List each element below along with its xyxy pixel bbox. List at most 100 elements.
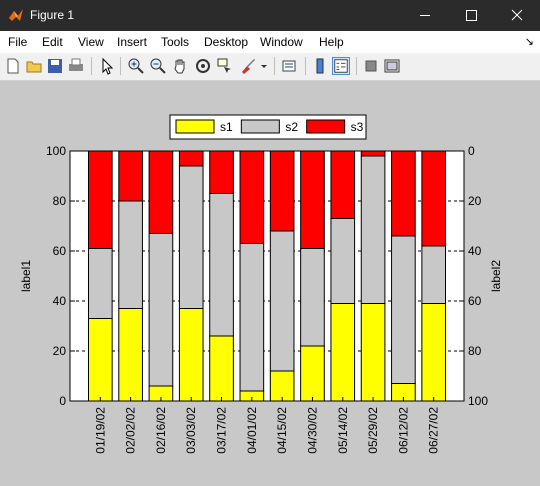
- hide-plot-tools-icon[interactable]: [362, 57, 380, 75]
- bar-segment-s3: [300, 150, 325, 249]
- bar-segment-s1: [178, 308, 204, 402]
- menu-insert[interactable]: Insert: [117, 35, 147, 49]
- y-tick-label: 100: [46, 144, 66, 158]
- x-tick-label: 06/12/02: [396, 407, 410, 454]
- bar-segment-s1: [300, 345, 325, 402]
- bar-segment-s1: [118, 308, 143, 402]
- legend-label-s3: s3: [351, 120, 364, 134]
- y-tick-label: 60: [53, 244, 67, 258]
- maximize-button[interactable]: [448, 0, 494, 31]
- zoom-out-icon[interactable]: [149, 57, 167, 75]
- y2-tick-label: 100: [468, 394, 488, 408]
- toolbar-separator: [356, 57, 357, 75]
- menu-edit[interactable]: Edit: [42, 35, 63, 49]
- toolbar-separator: [305, 57, 306, 75]
- bar-segment-s1: [209, 335, 234, 402]
- toolbar-separator: [274, 57, 275, 75]
- open-file-icon[interactable]: [25, 57, 43, 75]
- bar-segment-s3: [209, 150, 234, 194]
- data-cursor-icon[interactable]: [216, 57, 234, 75]
- new-figure-icon[interactable]: [4, 57, 22, 75]
- y2-tick-label: 20: [468, 194, 482, 208]
- bar-segment-s2: [391, 235, 416, 384]
- x-tick-label: 04/30/02: [305, 407, 319, 454]
- bar-segment-s1: [269, 370, 295, 402]
- menu-tools[interactable]: Tools: [161, 35, 189, 49]
- brush-icon[interactable]: [239, 57, 257, 75]
- bar-segment-s3: [87, 150, 113, 249]
- bar-segment-s3: [269, 150, 295, 232]
- legend-swatch-s3: [306, 119, 346, 134]
- legend-icon[interactable]: [332, 57, 350, 75]
- legend-swatch-s1: [175, 119, 215, 134]
- select-arrow-icon[interactable]: [98, 57, 116, 75]
- bar-segment-s3: [391, 150, 416, 237]
- matlab-logo-icon: [9, 9, 23, 21]
- menu-desktop[interactable]: Desktop: [204, 35, 248, 49]
- y2-tick-label: 80: [468, 344, 482, 358]
- minimize-button[interactable]: [402, 0, 448, 31]
- figure-canvas: 01/19/02 02/02/02 02/16/02 03/03/02 03/17/02…: [0, 81, 540, 486]
- bar-segment-s2: [178, 165, 204, 309]
- menu-file[interactable]: File: [8, 35, 27, 49]
- x-tick-label: 04/15/02: [275, 407, 289, 454]
- bar-segment-s3: [239, 150, 265, 244]
- bar-segment-s2: [239, 243, 265, 392]
- y2-tick-label: 0: [468, 144, 475, 158]
- x-tick-label: 05/14/02: [336, 407, 350, 454]
- x-tick-label: 03/03/02: [184, 407, 198, 454]
- x-tick-label: 06/27/02: [427, 407, 441, 454]
- bar-segment-s2: [209, 193, 234, 337]
- y-tick-label: 80: [53, 194, 67, 208]
- brush-dropdown-icon[interactable]: [259, 57, 269, 75]
- legend-swatch-s2: [240, 119, 280, 134]
- print-icon[interactable]: [67, 57, 85, 75]
- menu-window[interactable]: Window: [260, 35, 303, 49]
- bar-segment-s1: [421, 303, 447, 402]
- dock-arrow-icon[interactable]: ↘: [525, 35, 534, 48]
- menu-view[interactable]: View: [78, 35, 104, 49]
- close-icon: [511, 9, 523, 21]
- x-tick-label: 05/29/02: [366, 407, 380, 454]
- bar-segment-s3: [178, 150, 204, 167]
- x-tick-label: 04/01/02: [245, 407, 259, 454]
- x-tick-label: 01/19/02: [93, 407, 107, 454]
- bar-segment-s3: [118, 150, 143, 202]
- x-tick-label: 02/02/02: [124, 407, 138, 454]
- window-title: Figure 1: [30, 8, 75, 22]
- bar-segment-s2: [148, 233, 174, 387]
- y-tick-label: 0: [59, 394, 66, 408]
- stacked-bar-chart[interactable]: 01/19/02 02/02/02 02/16/02 03/03/02 03/17/02…: [0, 81, 540, 486]
- colorbar-icon[interactable]: [311, 57, 329, 75]
- window-titlebar: Figure 1: [0, 0, 540, 31]
- legend-label-s1: s1: [220, 120, 233, 134]
- bar-segment-s3: [360, 150, 386, 157]
- toolbar-separator: [91, 57, 92, 75]
- rotate-3d-icon[interactable]: [194, 57, 212, 75]
- bar-segment-s2: [300, 248, 325, 347]
- save-icon[interactable]: [46, 57, 64, 75]
- show-plot-tools-icon[interactable]: [383, 57, 401, 75]
- bar-segment-s2: [118, 200, 143, 309]
- y2-tick-label: 60: [468, 294, 482, 308]
- zoom-in-icon[interactable]: [127, 57, 145, 75]
- y-tick-label: 40: [53, 294, 67, 308]
- bar-segment-s2: [87, 248, 113, 319]
- y-axis-label: label1: [19, 260, 33, 292]
- x-tick-label: 02/16/02: [154, 407, 168, 454]
- bar-segment-s3: [148, 150, 174, 234]
- y2-tick-label: 40: [468, 244, 482, 258]
- bar-segment-s2: [330, 218, 356, 304]
- link-plot-icon[interactable]: [281, 57, 299, 75]
- legend-label-s2: s2: [285, 120, 298, 134]
- maximize-icon: [466, 10, 477, 21]
- pan-hand-icon[interactable]: [171, 57, 189, 75]
- bar-segment-s2: [421, 245, 447, 304]
- bar-segment-s2: [360, 155, 386, 304]
- bar-segment-s1: [360, 303, 386, 402]
- bar-segment-s2: [269, 230, 295, 372]
- bar-segment-s3: [330, 150, 356, 219]
- x-tick-label: 03/17/02: [215, 407, 229, 454]
- close-button[interactable]: [494, 0, 540, 31]
- menu-help[interactable]: Help: [319, 35, 344, 49]
